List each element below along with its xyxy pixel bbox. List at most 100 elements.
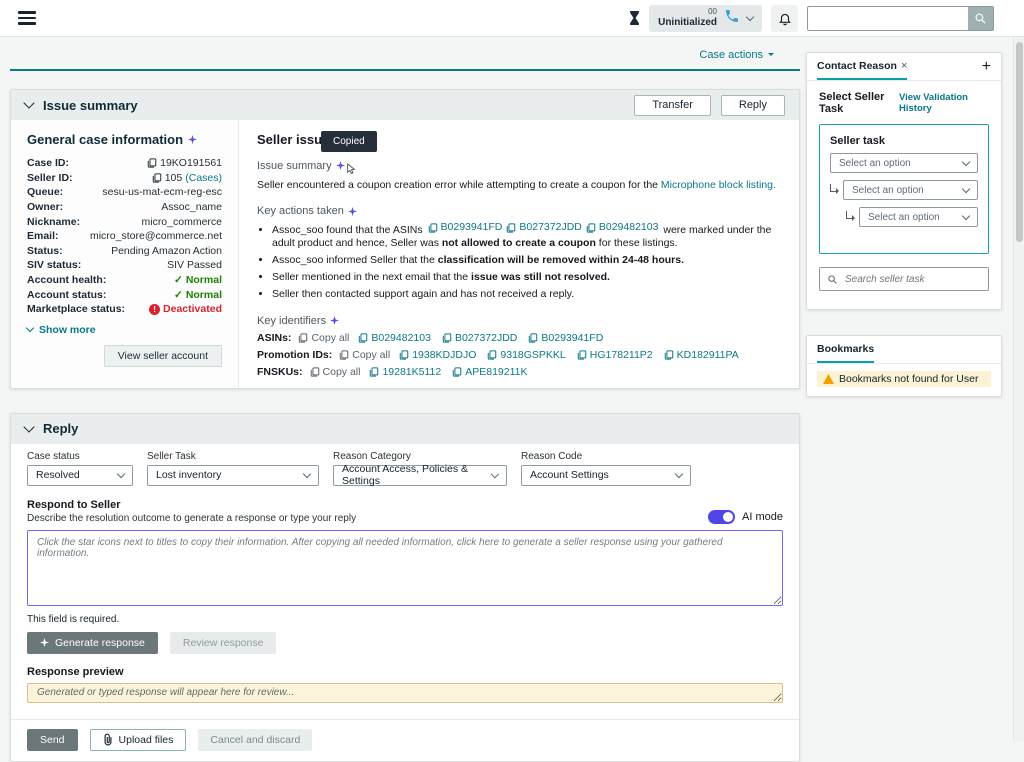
case-info-row: Marketplace status:!Deactivated xyxy=(27,302,222,317)
identifier-link[interactable]: KD182911PA xyxy=(664,349,739,361)
topbar: 00 Uninitialized xyxy=(0,0,1024,37)
identifier-link[interactable]: B0293941FD xyxy=(528,332,603,344)
page-scrollbar[interactable] xyxy=(1013,37,1024,741)
asin-link[interactable]: B029482103 xyxy=(586,221,659,235)
copy-icon[interactable] xyxy=(358,333,368,343)
case-info-value: Pending Amazon Action xyxy=(111,245,222,257)
copy-star-icon[interactable] xyxy=(348,207,357,216)
notifications-button[interactable] xyxy=(771,5,798,32)
seller-task-select-level-2[interactable]: Select an option xyxy=(843,180,978,200)
upload-files-button[interactable]: Upload files xyxy=(90,729,187,751)
case-info-row: Status:Pending Amazon Action xyxy=(27,244,222,259)
close-tab-icon[interactable]: × xyxy=(901,60,907,72)
cancel-discard-button[interactable]: Cancel and discard xyxy=(198,729,312,751)
copy-icon[interactable] xyxy=(487,350,497,360)
bookmarks-warning-banner: Bookmarks not found for User xyxy=(817,371,991,387)
search-seller-task-input[interactable] xyxy=(843,273,981,286)
copy-icon[interactable] xyxy=(147,158,157,168)
chevron-down-icon xyxy=(746,12,754,20)
identifier-link[interactable]: 1938KDJDJO xyxy=(399,349,476,361)
global-search xyxy=(807,6,994,31)
copy-all-button[interactable]: Copy all xyxy=(310,366,361,378)
issue-summary-header: Issue summary Transfer Reply xyxy=(11,90,799,120)
copy-icon[interactable] xyxy=(442,333,452,343)
copy-icon[interactable] xyxy=(399,350,409,360)
copy-icon[interactable] xyxy=(310,367,320,377)
response-preview-label: Response preview xyxy=(27,666,783,678)
copy-star-icon[interactable] xyxy=(330,316,339,325)
identifier-link[interactable]: 9318GSPKKL xyxy=(487,349,565,361)
copy-icon[interactable] xyxy=(298,333,308,343)
chevron-down-icon xyxy=(26,324,34,332)
generate-response-button[interactable]: Generate response xyxy=(27,632,158,654)
key-action-item: Seller then contacted support again and … xyxy=(272,288,781,302)
case-info-value: Assoc_name xyxy=(161,201,222,213)
copy-icon[interactable] xyxy=(452,367,462,377)
copy-icon[interactable] xyxy=(428,223,438,233)
identifier-link[interactable]: B029482103 xyxy=(358,332,431,344)
reply-section: Reply Case statusResolvedSeller TaskLost… xyxy=(10,413,800,762)
case-info-label: Email: xyxy=(27,230,59,242)
global-search-button[interactable] xyxy=(968,6,994,31)
add-tab-button[interactable]: + xyxy=(982,59,991,75)
case-status-select[interactable]: Resolved xyxy=(27,465,133,486)
session-timer-icon[interactable] xyxy=(629,11,640,25)
seller-task-select[interactable]: Lost inventory xyxy=(147,465,319,486)
respond-to-seller-label: Respond to Seller xyxy=(27,499,356,511)
collapse-section-icon[interactable] xyxy=(23,421,34,432)
case-info-label: Case ID: xyxy=(27,157,69,169)
case-info-row: Queue:sesu-us-mat-ecm-reg-esc xyxy=(27,185,222,200)
collapse-section-icon[interactable] xyxy=(23,97,34,108)
copy-icon[interactable] xyxy=(528,333,538,343)
transfer-button[interactable]: Transfer xyxy=(634,95,711,116)
case-info-row: Email:micro_store@commerce.net xyxy=(27,229,222,244)
seller-task-select-level-1[interactable]: Select an option xyxy=(830,153,978,173)
copy-icon[interactable] xyxy=(577,350,587,360)
view-validation-history-link[interactable]: View Validation History xyxy=(899,92,989,114)
asin-link[interactable]: B027372JDD xyxy=(506,221,581,235)
review-response-button[interactable]: Review response xyxy=(170,632,277,654)
show-more-link[interactable]: Show more xyxy=(27,324,96,336)
reason-code-select[interactable]: Account Settings xyxy=(521,465,691,486)
copy-icon[interactable] xyxy=(152,173,162,183)
copy-icon[interactable] xyxy=(369,367,379,377)
phone-status-widget[interactable]: 00 Uninitialized xyxy=(649,5,762,32)
identifier-link[interactable]: B027372JDD xyxy=(442,332,517,344)
cases-link[interactable]: (Cases) xyxy=(185,172,222,184)
copy-icon[interactable] xyxy=(506,223,516,233)
identifier-link[interactable]: APE819211K xyxy=(452,366,527,378)
seller-task-select-level-3[interactable]: Select an option xyxy=(859,207,978,227)
copy-star-icon[interactable] xyxy=(336,161,345,170)
copy-icon[interactable] xyxy=(586,223,596,233)
case-info-label: Account health: xyxy=(27,274,106,286)
copy-icon[interactable] xyxy=(339,350,349,360)
case-info-label: Marketplace status: xyxy=(27,303,125,315)
identifier-link[interactable]: HG178211P2 xyxy=(577,349,653,361)
hamburger-menu-button[interactable] xyxy=(14,7,40,28)
seller-issue-title: Seller issue xyxy=(257,132,329,147)
tab-bookmarks[interactable]: Bookmarks xyxy=(817,336,874,363)
scrollbar-thumb[interactable] xyxy=(1016,42,1023,242)
global-search-input[interactable] xyxy=(807,6,968,31)
copy-icon[interactable] xyxy=(664,350,674,360)
respond-textarea[interactable] xyxy=(27,530,783,606)
copy-all-button[interactable]: Copy all xyxy=(339,349,390,361)
key-actions-label: Key actions taken xyxy=(257,205,344,217)
copy-all-button[interactable]: Copy all xyxy=(298,332,349,344)
contact-reason-panel: Contact Reason × + Select Seller Task Vi… xyxy=(806,52,1002,310)
case-actions-link[interactable]: Case actions xyxy=(699,49,774,61)
response-preview-textarea[interactable] xyxy=(27,683,783,703)
case-info-row: Case ID:19KO191561 xyxy=(27,156,222,171)
copy-star-icon[interactable] xyxy=(188,135,197,144)
ai-mode-toggle[interactable] xyxy=(708,510,735,524)
reply-button[interactable]: Reply xyxy=(721,95,785,116)
listing-link[interactable]: Microphone block listing. xyxy=(661,179,776,191)
identifier-link[interactable]: 19281K5112 xyxy=(369,366,441,378)
case-info-row: Owner:Assoc_name xyxy=(27,200,222,215)
asin-link[interactable]: B0293941FD xyxy=(428,221,503,235)
tab-contact-reason[interactable]: Contact Reason × xyxy=(817,53,907,80)
case-info-value: SIV Passed xyxy=(167,259,222,271)
view-seller-account-button[interactable]: View seller account xyxy=(104,345,222,367)
send-button[interactable]: Send xyxy=(27,729,78,751)
reason-category-select[interactable]: Account Access, Policies & Settings xyxy=(333,465,507,486)
